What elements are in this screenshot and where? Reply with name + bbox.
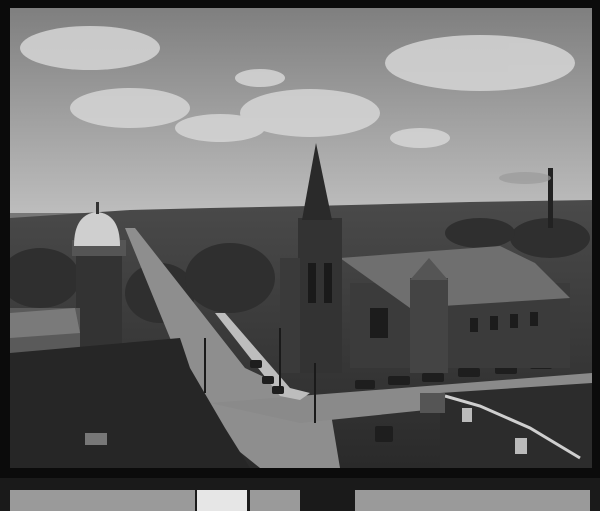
film-edge xyxy=(0,478,600,511)
film-edge-segment xyxy=(197,490,247,511)
building-window xyxy=(462,408,472,422)
kiosk xyxy=(420,393,445,413)
city-photograph xyxy=(10,8,592,468)
left-roof xyxy=(10,308,80,338)
smoke xyxy=(499,172,551,184)
church-front-tower xyxy=(410,278,448,373)
tower-window xyxy=(324,263,332,303)
dome-finial xyxy=(96,202,99,214)
photo-canvas xyxy=(10,8,592,468)
tower-window xyxy=(308,263,316,303)
church-tower xyxy=(298,218,342,373)
negative-frame xyxy=(0,0,600,511)
domed-tower xyxy=(76,248,122,348)
film-edge-segment xyxy=(250,490,300,511)
rooftop-window xyxy=(85,433,107,445)
film-edge-segment xyxy=(10,490,195,511)
church-side-turret xyxy=(280,258,300,373)
right-building xyxy=(440,383,592,468)
building-window xyxy=(515,438,527,454)
film-edge-segment xyxy=(355,490,590,511)
